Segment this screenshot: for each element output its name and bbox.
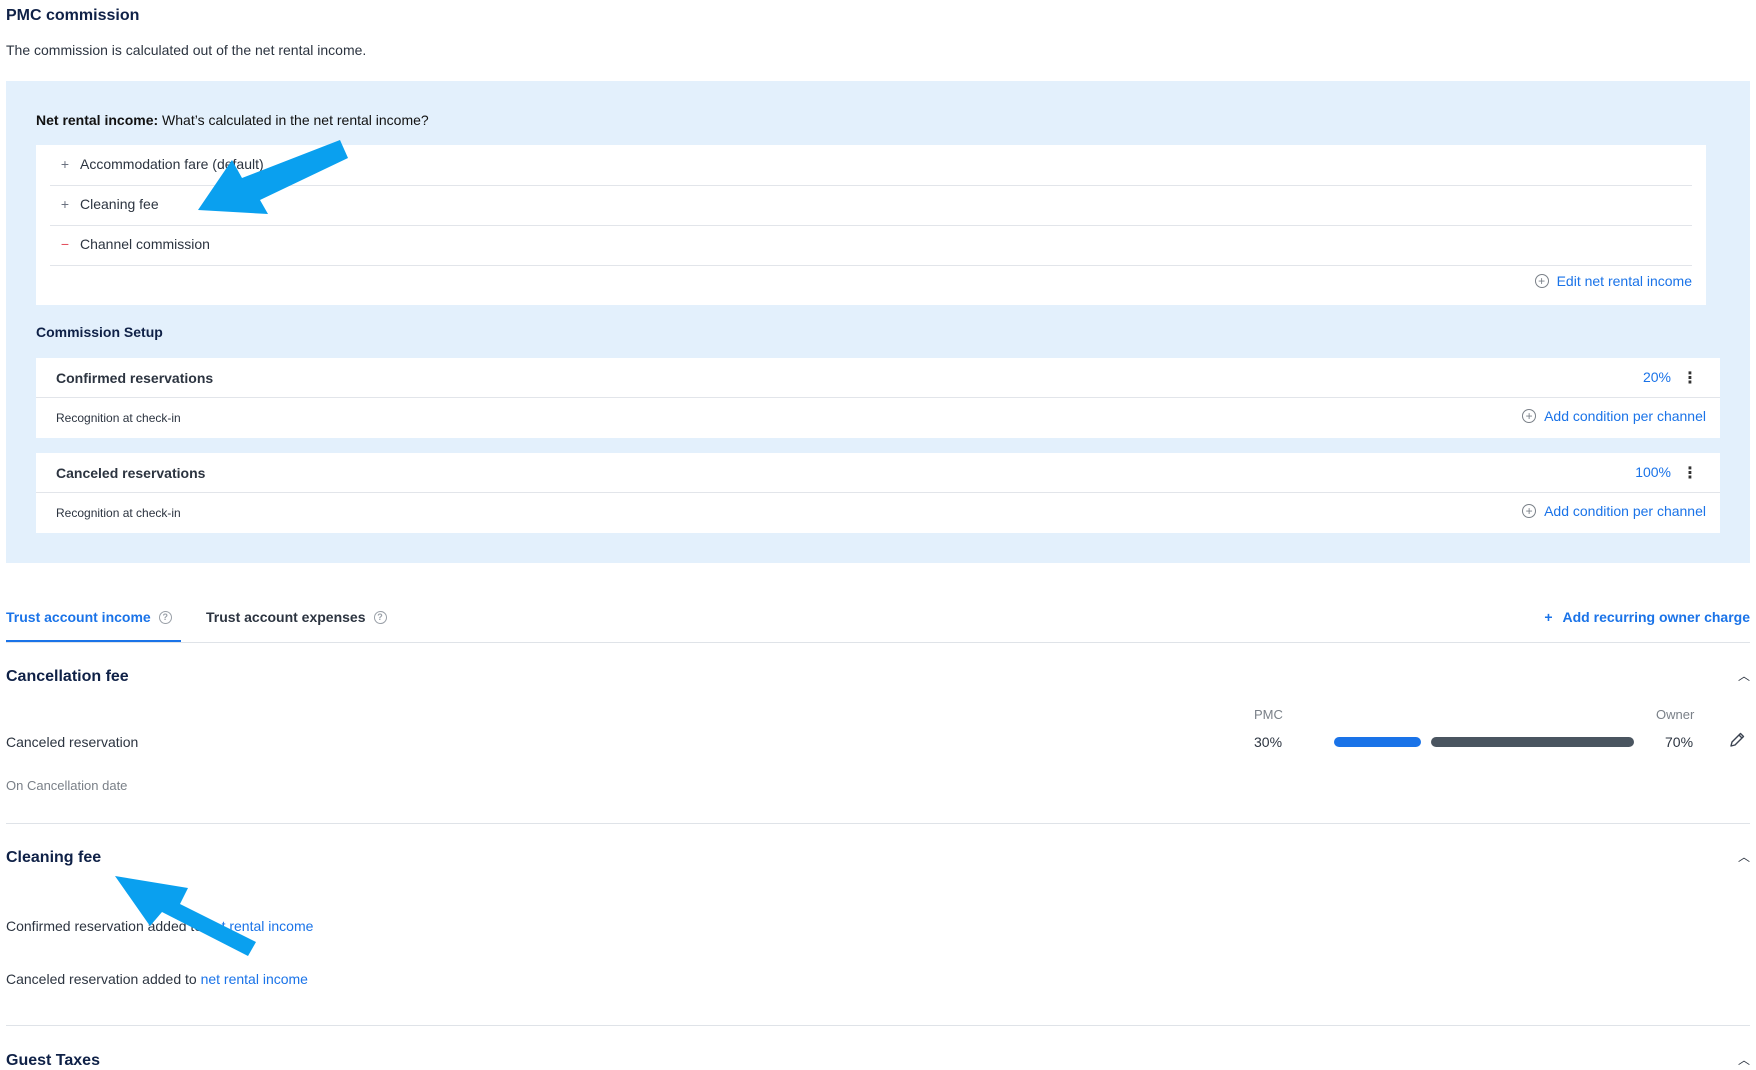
annotation-arrow-icon <box>198 140 348 214</box>
plus-circle-icon: + <box>1534 274 1549 288</box>
commission-setup-title: Commission Setup <box>36 324 163 340</box>
account-tabs: Trust account income ? Trust account exp… <box>6 600 1750 643</box>
tab-label: Trust account income <box>6 609 151 625</box>
timing-text: On Cancellation date <box>6 778 128 793</box>
section-divider <box>6 823 1750 824</box>
plus-circle-icon: + <box>1522 409 1537 423</box>
chevron-up-icon[interactable]: ︿ <box>1738 848 1750 865</box>
annotation-arrow-icon <box>115 876 256 956</box>
recognition-text: Recognition at check-in <box>56 411 181 425</box>
tab-trust-account-expenses[interactable]: Trust account expenses ? <box>206 609 387 625</box>
pmc-column-header: PMC <box>1254 707 1283 722</box>
page-title: PMC commission <box>6 7 140 24</box>
active-tab-indicator <box>6 640 181 642</box>
more-options-icon[interactable]: ⋮ <box>1682 463 1698 483</box>
chevron-up-icon[interactable]: ︿ <box>1738 1051 1750 1068</box>
net-rental-income-link[interactable]: net rental income <box>201 971 308 987</box>
tab-label: Trust account expenses <box>206 609 366 625</box>
net-rental-income-label: Net rental income: <box>36 112 159 128</box>
add-recurring-owner-charge-button[interactable]: + Add recurring owner charge <box>1544 609 1750 625</box>
add-condition-label: Add condition per channel <box>1544 408 1706 424</box>
commission-card-canceled: Canceled reservations 100% ⋮ Recognition… <box>36 453 1720 533</box>
row-text: Canceled reservation added to <box>6 971 197 987</box>
card-header <box>36 453 1720 493</box>
section-title-cancellation-fee: Cancellation fee <box>6 668 129 685</box>
owner-column-header: Owner <box>1656 707 1695 722</box>
owner-share-bar <box>1431 737 1634 747</box>
net-rental-income-question: What’s calculated in the net rental inco… <box>162 112 429 128</box>
help-icon[interactable]: ? <box>158 610 172 624</box>
pencil-icon[interactable] <box>1728 731 1746 749</box>
pmc-share-bar <box>1334 737 1421 747</box>
card-title: Confirmed reservations <box>56 370 214 386</box>
net-rental-income-heading: Net rental income: What’s calculated in … <box>36 112 429 128</box>
plus-icon: + <box>60 196 70 212</box>
recognition-text: Recognition at check-in <box>56 506 181 520</box>
add-condition-label: Add condition per channel <box>1544 503 1706 519</box>
plus-icon: + <box>1544 609 1553 625</box>
pmc-share-value: 30% <box>1254 734 1283 750</box>
commission-percent[interactable]: 20% <box>1643 369 1671 385</box>
page-subtitle: The commission is calculated out of the … <box>6 42 367 58</box>
card-title: Canceled reservations <box>56 465 206 481</box>
plus-circle-icon: + <box>1522 504 1537 518</box>
edit-net-rental-income-button[interactable]: + Edit net rental income <box>1534 273 1692 289</box>
section-divider <box>6 1025 1750 1026</box>
add-condition-button[interactable]: + Add condition per channel <box>1522 408 1706 424</box>
card-header <box>36 358 1720 398</box>
plus-icon: + <box>60 156 70 172</box>
chevron-up-icon[interactable]: ︿ <box>1738 667 1750 684</box>
section-title-cleaning-fee: Cleaning fee <box>6 849 102 866</box>
commission-card-confirmed: Confirmed reservations 20% ⋮ Recognition… <box>36 358 1720 438</box>
row-label: Canceled reservation <box>6 734 139 750</box>
list-item-label: Channel commission <box>80 236 210 252</box>
list-item: − Channel commission <box>50 225 1692 266</box>
minus-icon: − <box>60 236 70 252</box>
edit-net-rental-income-label: Edit net rental income <box>1556 273 1692 289</box>
list-item-label: Cleaning fee <box>80 196 159 212</box>
cleaning-fee-row: Canceled reservation added to net rental… <box>6 971 308 987</box>
add-condition-button[interactable]: + Add condition per channel <box>1522 503 1706 519</box>
add-recurring-label: Add recurring owner charge <box>1562 609 1750 625</box>
help-icon[interactable]: ? <box>373 610 387 624</box>
more-options-icon[interactable]: ⋮ <box>1682 368 1698 388</box>
section-title-guest-taxes: Guest Taxes <box>6 1052 100 1069</box>
commission-percent[interactable]: 100% <box>1635 464 1671 480</box>
owner-share-value: 70% <box>1665 734 1694 750</box>
tab-trust-account-income[interactable]: Trust account income ? <box>6 609 172 625</box>
